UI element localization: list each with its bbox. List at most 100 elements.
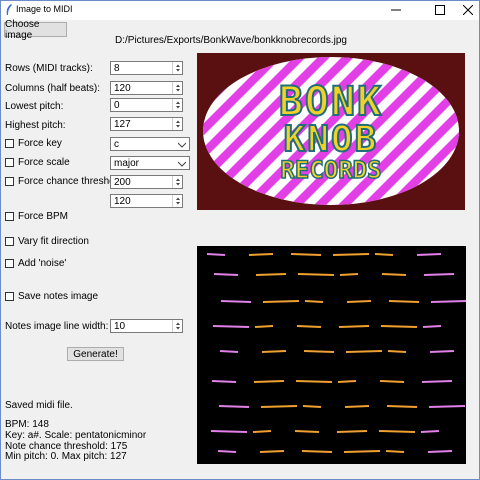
minimize-icon	[391, 9, 401, 11]
note-line	[344, 405, 370, 408]
save-notes-label: Save notes image	[18, 291, 99, 302]
force-chance-checkbox[interactable]: Force chance threshold	[5, 176, 123, 187]
note-line	[380, 325, 418, 328]
note-line	[385, 450, 405, 453]
title-bar: Image to MIDI	[0, 0, 480, 20]
note-line	[301, 450, 333, 453]
key-value: c	[114, 139, 119, 150]
note-line	[217, 450, 237, 453]
note-line	[260, 405, 298, 408]
notes-image-preview	[197, 246, 466, 464]
note-line	[332, 253, 370, 256]
checkbox-icon[interactable]	[5, 177, 14, 186]
note-line	[248, 253, 274, 256]
add-noise-checkbox[interactable]: Add 'noise'	[5, 258, 66, 269]
window-title: Image to MIDI	[16, 4, 73, 14]
minimize-button[interactable]	[380, 0, 412, 20]
force-bpm-label: Force BPM	[18, 211, 69, 222]
spin-arrows-icon[interactable]	[172, 195, 182, 207]
note-line	[345, 350, 383, 353]
spin-arrows-icon[interactable]	[172, 176, 182, 188]
checkbox-icon[interactable]	[5, 139, 14, 148]
spin-arrows-icon[interactable]	[172, 62, 182, 74]
note-line	[421, 380, 453, 383]
status-saved: Saved midi file.	[5, 400, 73, 411]
note-line	[422, 325, 442, 328]
chance-threshold-2-spinbox[interactable]: 120	[110, 194, 183, 208]
spin-arrows-icon[interactable]	[172, 82, 182, 94]
note-line	[210, 430, 248, 433]
lowest-pitch-label: Lowest pitch:	[5, 101, 64, 112]
close-button[interactable]	[452, 0, 480, 20]
note-line	[379, 380, 405, 383]
note-line	[381, 273, 407, 276]
note-line	[259, 450, 285, 453]
chevron-down-icon	[178, 142, 186, 148]
line-width-spinbox[interactable]: 10	[110, 319, 183, 333]
checkbox-icon[interactable]	[5, 212, 14, 221]
scale-select[interactable]: major	[110, 156, 190, 170]
spin-arrows-icon[interactable]	[172, 118, 182, 130]
chevron-down-icon	[178, 161, 186, 167]
status-bpm: BPM: 148	[5, 419, 49, 430]
note-line	[378, 430, 416, 433]
line-width-label: Notes image line width:	[5, 321, 109, 332]
lowest-pitch-value: 0	[114, 100, 120, 111]
note-line	[211, 380, 237, 383]
generate-button[interactable]: Generate!	[67, 347, 124, 361]
highest-pitch-value: 127	[114, 119, 131, 130]
choose-image-button[interactable]: Choose image	[4, 19, 67, 41]
note-line	[388, 300, 420, 303]
note-line	[387, 350, 407, 353]
status-pitch: Min pitch: 0. Max pitch: 127	[5, 451, 127, 462]
columns-spinbox[interactable]: 120	[110, 81, 183, 95]
note-line	[302, 405, 322, 408]
maximize-icon	[435, 5, 445, 15]
force-key-label: Force key	[18, 138, 62, 149]
note-line	[346, 300, 372, 303]
status-key: Key: a#. Scale: pentatonicminor	[5, 430, 147, 441]
note-line	[304, 300, 324, 303]
checkbox-icon[interactable]	[5, 259, 14, 268]
force-key-checkbox[interactable]: Force key	[5, 138, 62, 149]
note-line	[374, 253, 394, 256]
note-line	[338, 325, 370, 328]
highest-pitch-label: Highest pitch:	[5, 120, 66, 131]
note-line	[294, 430, 320, 433]
note-line	[303, 350, 335, 353]
note-line	[423, 273, 455, 276]
rows-spinbox[interactable]: 8	[110, 61, 183, 75]
note-line	[206, 253, 226, 256]
line-width-value: 10	[114, 321, 126, 332]
note-line	[254, 325, 274, 328]
note-line	[220, 300, 252, 303]
note-line	[218, 405, 250, 408]
lowest-pitch-spinbox[interactable]: 0	[110, 98, 183, 112]
columns-label: Columns (half beats):	[5, 83, 101, 94]
key-select[interactable]: c	[110, 137, 190, 151]
force-scale-checkbox[interactable]: Force scale	[5, 157, 70, 168]
note-line	[386, 405, 418, 408]
note-line	[255, 273, 287, 276]
checkbox-icon[interactable]	[5, 158, 14, 167]
spin-arrows-icon[interactable]	[172, 99, 182, 111]
checkbox-icon[interactable]	[5, 292, 14, 301]
note-line	[429, 350, 455, 353]
feather-icon	[6, 4, 12, 15]
chance-threshold-value: 200	[114, 177, 131, 188]
scale-value: major	[114, 158, 140, 169]
chance-threshold-spinbox[interactable]: 200	[110, 175, 183, 189]
checkbox-icon[interactable]	[5, 237, 14, 246]
highest-pitch-spinbox[interactable]: 127	[110, 117, 183, 131]
force-chance-label: Force chance threshold	[18, 176, 123, 187]
note-line	[428, 405, 466, 408]
force-scale-label: Force scale	[18, 157, 70, 168]
spin-arrows-icon[interactable]	[172, 320, 182, 332]
add-noise-label: Add 'noise'	[18, 258, 67, 269]
note-line	[343, 450, 381, 453]
save-notes-checkbox[interactable]: Save notes image	[5, 291, 98, 302]
vary-fit-checkbox[interactable]: Vary fit direction	[5, 236, 89, 247]
note-line	[252, 430, 272, 433]
force-bpm-checkbox[interactable]: Force BPM	[5, 211, 68, 222]
note-line	[416, 253, 442, 256]
